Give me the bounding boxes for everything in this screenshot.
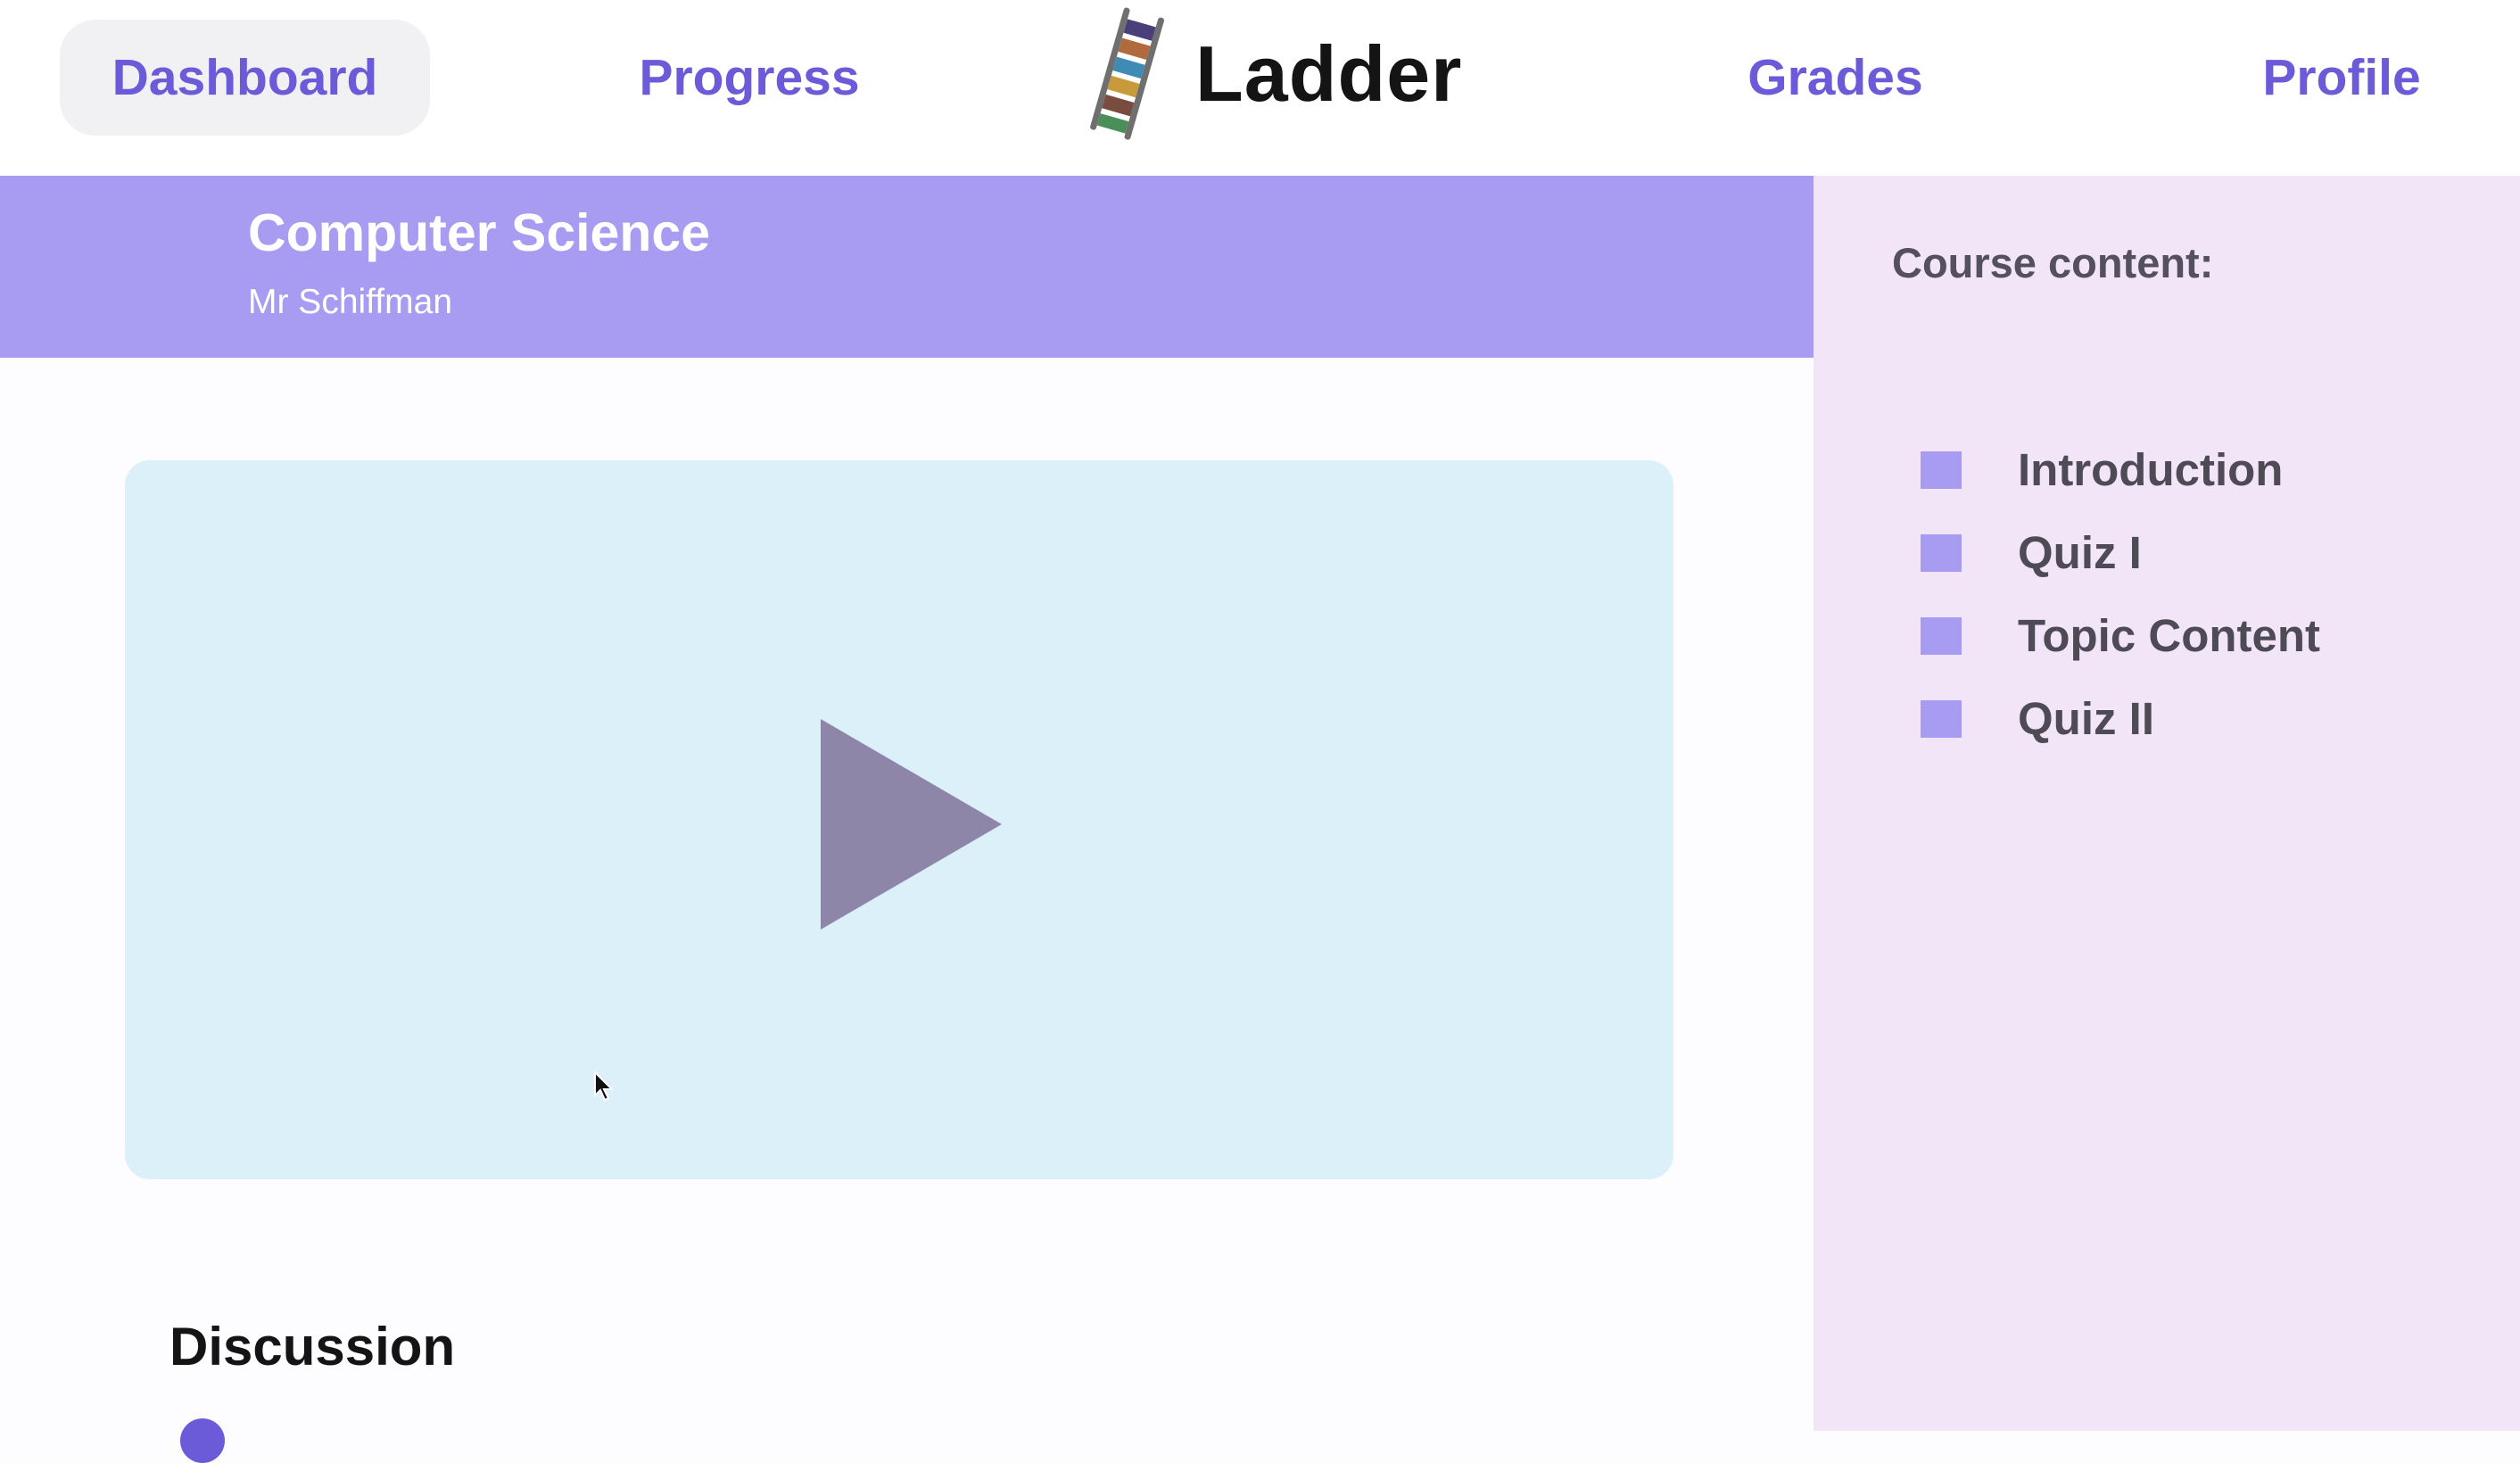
course-content-list: Introduction Quiz I Topic Content Quiz I… — [1921, 428, 2320, 760]
nav-progress[interactable]: Progress — [589, 20, 910, 136]
square-bullet-icon — [1921, 533, 1962, 572]
top-navigation: Dashboard Progress Ladder Grades Profile — [0, 0, 2520, 176]
course-content-heading: Course content: — [1892, 239, 2214, 286]
square-bullet-icon — [1921, 699, 1962, 738]
course-teacher: Mr Schiffman — [248, 283, 453, 321]
course-title: Computer Science — [248, 203, 711, 262]
nav-grades[interactable]: Grades — [1713, 20, 1958, 136]
content-item-label: Topic Content — [2018, 610, 2320, 661]
nav-profile[interactable]: Profile — [2212, 20, 2471, 136]
square-bullet-icon — [1921, 450, 1962, 489]
content-item-quiz-1[interactable]: Quiz I — [1921, 511, 2320, 594]
video-player[interactable] — [125, 460, 1673, 1179]
content-item-introduction[interactable]: Introduction — [1921, 428, 2320, 511]
brand[interactable]: Ladder — [1079, 7, 1462, 141]
course-content-sidebar: Course content: Introduction Quiz I Topi… — [1814, 176, 2520, 1431]
play-icon[interactable] — [821, 719, 1002, 930]
brand-name: Ladder — [1195, 29, 1463, 118]
course-header: Computer Science Mr Schiffman — [0, 176, 1814, 358]
ladder-logo-icon — [1079, 7, 1177, 141]
square-bullet-icon — [1921, 616, 1962, 655]
content-item-label: Quiz I — [2018, 527, 2142, 578]
discussion-title: Discussion — [169, 1317, 456, 1376]
content-item-label: Quiz II — [2018, 693, 2154, 744]
nav-dashboard[interactable]: Dashboard — [60, 20, 430, 136]
avatar — [180, 1418, 225, 1463]
content-item-quiz-2[interactable]: Quiz II — [1921, 677, 2320, 760]
mouse-cursor-icon — [593, 1070, 616, 1107]
content-item-label: Introduction — [2018, 444, 2284, 495]
content-item-topic-content[interactable]: Topic Content — [1921, 594, 2320, 677]
